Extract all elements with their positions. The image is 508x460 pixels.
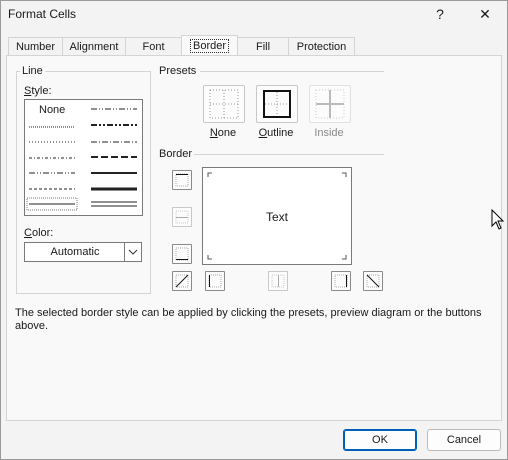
border-divider bbox=[194, 154, 384, 155]
tab-border[interactable]: Border bbox=[181, 35, 238, 56]
border-top-icon bbox=[175, 173, 189, 187]
preset-outline-button[interactable] bbox=[256, 85, 298, 123]
ok-label: OK bbox=[372, 434, 388, 446]
diagonal-down-icon bbox=[366, 274, 380, 288]
tab-label: Alignment bbox=[69, 40, 119, 53]
preset-inside-label: Inside bbox=[314, 127, 344, 139]
tab-label: Fill bbox=[255, 40, 271, 53]
border-bottom-icon bbox=[175, 247, 189, 261]
cancel-label: Cancel bbox=[446, 434, 482, 446]
tab-label: Protection bbox=[296, 40, 347, 53]
presets-title: Presets bbox=[159, 65, 197, 77]
border-title: Border bbox=[159, 148, 193, 160]
border-left-button[interactable] bbox=[205, 271, 225, 291]
border-right-button[interactable] bbox=[331, 271, 351, 291]
tab-label: Font bbox=[142, 40, 165, 53]
border-bottom-button[interactable] bbox=[172, 244, 192, 264]
border-right-icon bbox=[334, 274, 348, 288]
border-left-icon bbox=[208, 274, 222, 288]
style-label: Style: bbox=[24, 85, 52, 97]
preset-inside-button[interactable] bbox=[309, 85, 351, 123]
cancel-button[interactable]: Cancel bbox=[427, 429, 501, 451]
border-inside-vertical-button[interactable] bbox=[268, 271, 288, 291]
diagonal-up-icon bbox=[175, 274, 189, 288]
tab-label: Number bbox=[15, 40, 56, 53]
color-select-value: Automatic bbox=[50, 246, 100, 258]
preset-outline-icon bbox=[263, 90, 291, 118]
border-preview[interactable]: Text bbox=[202, 167, 352, 265]
border-inside-horizontal-button[interactable] bbox=[172, 207, 192, 227]
close-button[interactable]: ✕ bbox=[465, 0, 505, 28]
tab-font[interactable]: Font bbox=[125, 37, 182, 55]
preset-none-button[interactable] bbox=[203, 85, 245, 123]
chevron-down-icon bbox=[124, 243, 141, 261]
tab-alignment[interactable]: Alignment bbox=[62, 37, 126, 55]
dialog-title: Format Cells bbox=[8, 7, 77, 21]
preset-none-label: None bbox=[209, 127, 237, 139]
mouse-cursor-icon bbox=[491, 209, 505, 230]
line-group-title: Line bbox=[20, 65, 45, 77]
tab-number[interactable]: Number bbox=[8, 37, 63, 55]
help-button[interactable]: ? bbox=[420, 0, 460, 28]
border-diagonal-up-button[interactable] bbox=[172, 271, 192, 291]
preset-outline-label: Outline bbox=[258, 127, 294, 139]
ok-button[interactable]: OK bbox=[343, 429, 417, 451]
color-select[interactable]: Automatic bbox=[24, 242, 142, 262]
tab-label: Border bbox=[189, 39, 230, 53]
close-icon: ✕ bbox=[479, 5, 491, 22]
line-style-samples bbox=[26, 108, 137, 211]
tab-fill[interactable]: Fill bbox=[237, 37, 289, 55]
line-style-list[interactable]: None bbox=[24, 99, 143, 216]
border-inside-horizontal-icon bbox=[175, 210, 189, 224]
help-icon: ? bbox=[436, 6, 444, 22]
border-top-button[interactable] bbox=[172, 170, 192, 190]
presets-divider bbox=[200, 71, 384, 72]
description-text: The selected border style can be applied… bbox=[15, 307, 482, 332]
preview-text: Text bbox=[265, 210, 288, 224]
border-diagonal-down-button[interactable] bbox=[363, 271, 383, 291]
border-inside-vertical-icon bbox=[271, 274, 285, 288]
color-label: Color: bbox=[24, 227, 54, 239]
preset-none-icon bbox=[209, 89, 239, 119]
preset-inside-icon bbox=[315, 89, 345, 119]
tab-protection[interactable]: Protection bbox=[288, 37, 355, 55]
